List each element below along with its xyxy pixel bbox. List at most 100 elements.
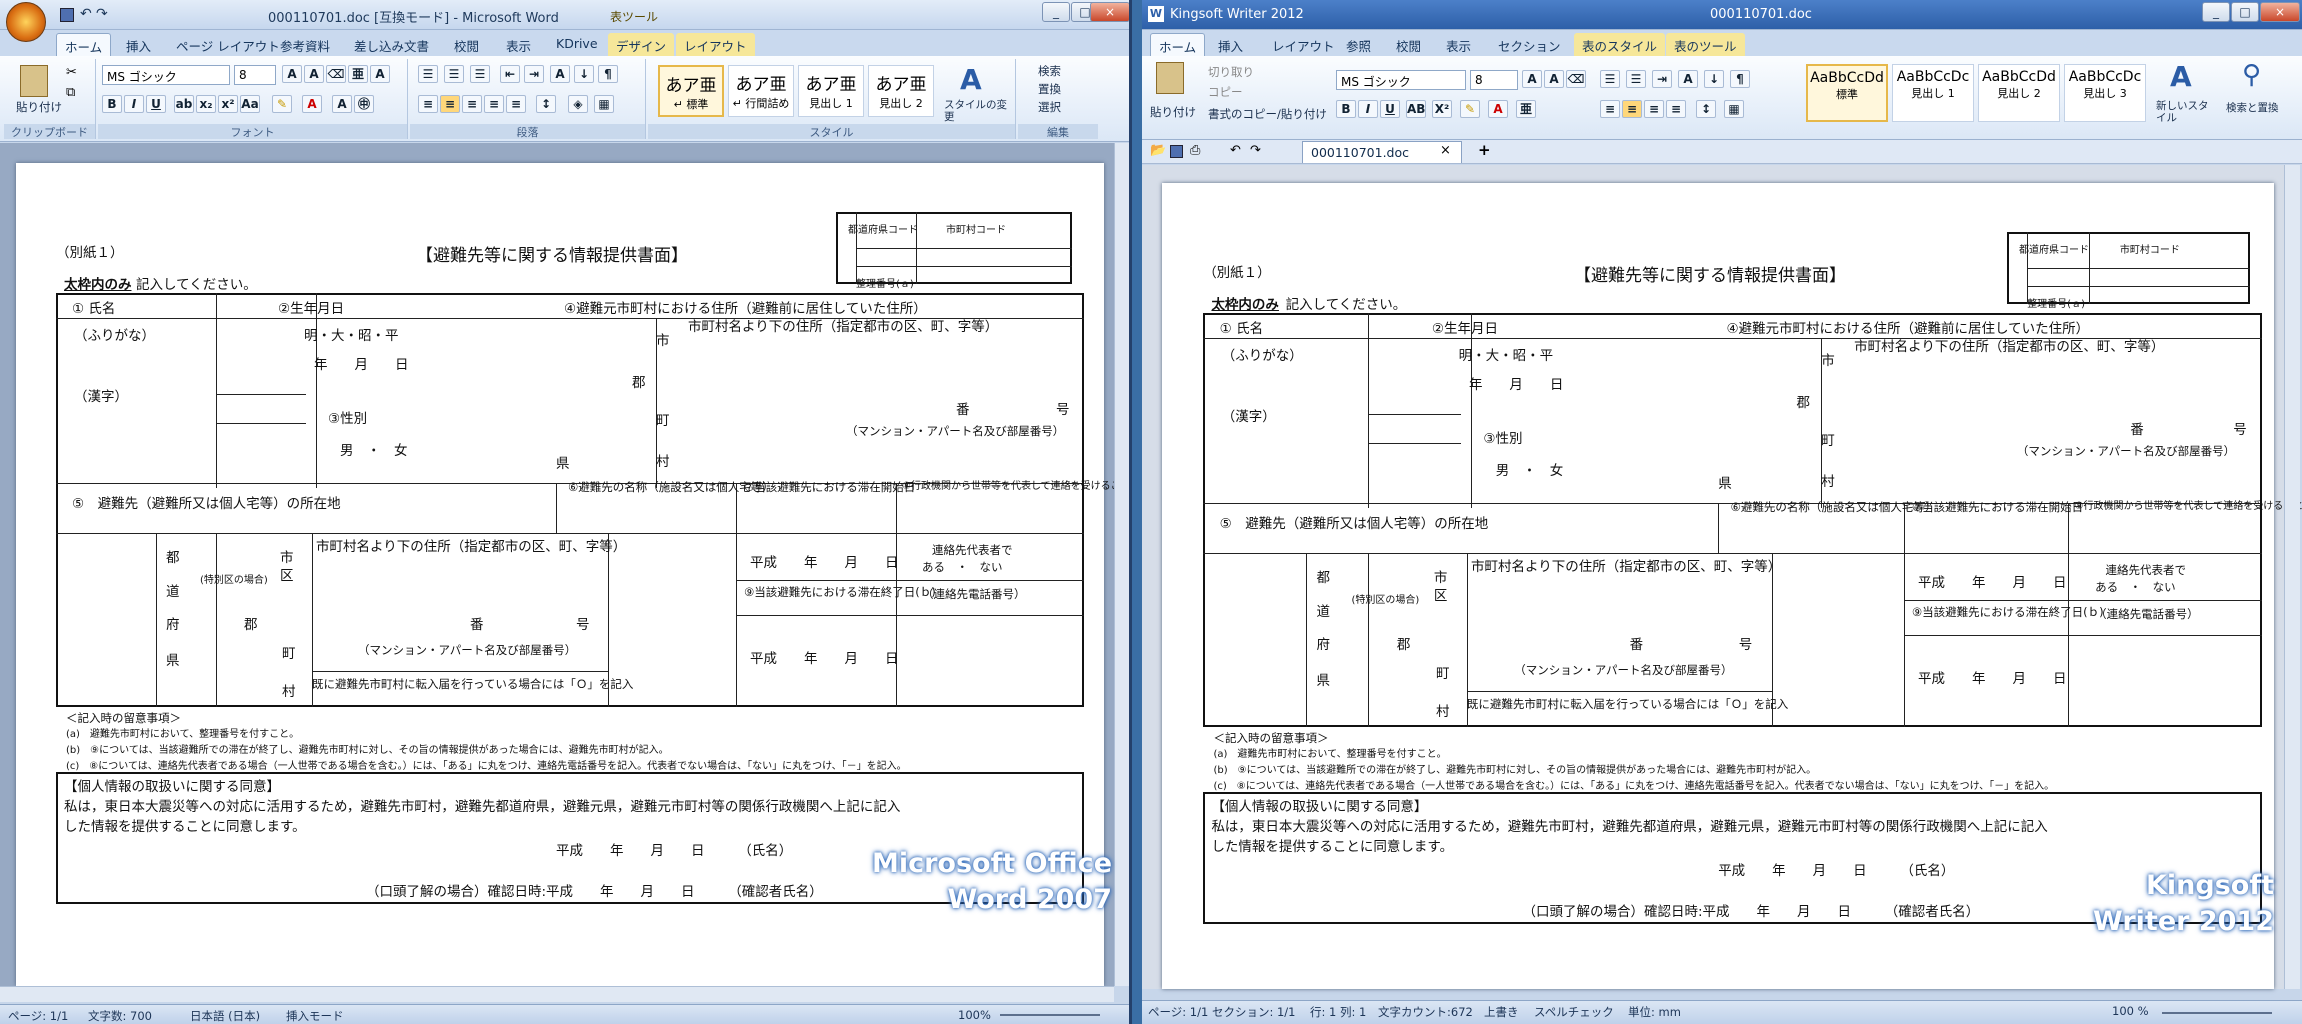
doc-privacy2[interactable]: した情報を提供することに同意します。 — [64, 815, 306, 835]
doc-sex[interactable]: 男 ・ 女 — [1496, 459, 1564, 479]
ks-tab-table-tools[interactable]: 表のツール — [1666, 33, 1745, 56]
doc-shi[interactable]: 市 — [1821, 349, 1835, 369]
doc-mura[interactable]: 村 — [1821, 470, 1835, 490]
ks-bold-icon[interactable]: B — [1336, 100, 1356, 118]
doc-privacy[interactable]: 私は，東日本大震災等への対応に活用するため，避難先市町村，避難先都道府県，避難元… — [1211, 815, 2047, 835]
superscript-icon[interactable]: x² — [218, 95, 238, 113]
doc-tel[interactable]: （連絡先電話番号） — [2095, 606, 2199, 622]
doc-note-c[interactable]: (c) ⑧については、連絡先代表者である場合（一人世帯である場合を含む。）には、… — [66, 757, 907, 772]
tab-view[interactable]: 表示 — [498, 33, 539, 56]
doc-ban[interactable]: 番 — [956, 398, 970, 418]
doc-kanji[interactable]: （漢字） — [74, 385, 128, 405]
doc-ken2[interactable]: 県 — [166, 649, 180, 669]
doc-addr-below[interactable]: 市町村名より下の住所（指定都市の区、町、字等） — [1854, 335, 2164, 355]
align-right-icon[interactable]: ≡ — [462, 95, 482, 113]
border-char-icon[interactable]: A — [370, 65, 390, 83]
word-status-zoom[interactable]: 100% — [958, 1008, 991, 1022]
doc-ymd[interactable]: 年 月 日 — [314, 353, 409, 373]
decrease-indent-icon[interactable]: ⇤ — [500, 65, 520, 83]
doc-moving[interactable]: 既に避難先市町村に転入届を行っている場合には「Ｏ」を記入 — [1467, 696, 1788, 712]
italic-icon[interactable]: I — [124, 95, 144, 113]
doc-h-name[interactable]: ① 氏名 — [72, 297, 115, 317]
doc-heisei[interactable]: 平成 年 月 日 — [750, 551, 899, 571]
ks-save-icon[interactable] — [1170, 145, 1183, 158]
highlight-icon[interactable]: ✎ — [272, 95, 292, 113]
ks-highlight-icon[interactable]: ✎ — [1460, 100, 1480, 118]
redo-icon[interactable]: ↷ — [96, 6, 108, 22]
ks-format-copy-button[interactable]: 書式のコピー/貼り付け — [1208, 106, 1327, 122]
doc-sign[interactable]: 平成 年 月 日 （氏名） — [556, 839, 792, 859]
paste-button[interactable]: 貼り付け — [16, 99, 62, 115]
ks-tab-review[interactable]: 校閲 — [1388, 33, 1429, 56]
doc-shi[interactable]: 市 — [656, 329, 670, 349]
change-styles-button[interactable]: スタイルの変更 — [944, 99, 1010, 123]
doc-title[interactable]: 【避難先等に関する情報提供書面】 — [1574, 261, 1846, 286]
doc-ken2[interactable]: 県 — [1317, 669, 1331, 689]
kingsoft-maximize-button[interactable]: □ — [2231, 2, 2259, 22]
doc-h-end[interactable]: ⑨当該避難先における滞在終了日(ｂ) — [1912, 604, 2104, 620]
word-vertical-scrollbar[interactable] — [1114, 143, 1129, 986]
strike-icon[interactable]: ab — [174, 95, 194, 113]
clear-format-icon[interactable]: ⌫ — [326, 65, 346, 83]
doc-tel[interactable]: （連絡先電話番号） — [922, 586, 1026, 602]
doc-sex-label[interactable]: ③性別 — [1483, 427, 1522, 447]
find-button[interactable]: 検索 — [1038, 63, 1061, 79]
doc-note-c[interactable]: (c) ⑧については、連絡先代表者である場合（一人世帯である場合を含む。）には、… — [1214, 777, 2055, 792]
doc-to[interactable]: 都 — [166, 546, 180, 566]
doc-instr-bold[interactable]: 太枠内のみ — [64, 273, 132, 293]
doc-to[interactable]: 都 — [1317, 566, 1331, 586]
font-color-icon[interactable]: A — [302, 95, 322, 113]
ks-line-spacing-icon[interactable]: ↕ — [1696, 100, 1716, 118]
doc-tokubetsu[interactable]: (特別区の場合) — [200, 571, 268, 586]
ks-asian-icon[interactable]: A — [1678, 70, 1698, 88]
ks-paste-icon[interactable] — [1156, 62, 1184, 94]
ks-tab-insert[interactable]: 挿入 — [1210, 33, 1251, 56]
style-no-spacing[interactable]: あア亜 ↵ 行間詰め — [728, 65, 794, 117]
change-styles-icon[interactable]: A — [960, 63, 982, 96]
ks-cut-button[interactable]: 切り取り — [1208, 64, 1254, 80]
doc-ban[interactable]: 番 — [2130, 418, 2144, 438]
doc-mansion2[interactable]: （マンション・アパート名及び部屋番号） — [1514, 662, 1732, 678]
doc-fu[interactable]: 府 — [166, 613, 180, 633]
ks-style-normal[interactable]: AaBbCcDd 標準 — [1806, 64, 1888, 122]
ks-new-tab-icon[interactable]: + — [1478, 141, 1491, 159]
doc-moving[interactable]: 既に避難先市町村に転入届を行っている場合には「Ｏ」を記入 — [312, 676, 633, 692]
ks-status-zoom[interactable]: 100 % — [2112, 1004, 2149, 1018]
doc-mansion2[interactable]: （マンション・アパート名及び部屋番号） — [358, 642, 576, 658]
ks-justify-icon[interactable]: ≡ — [1666, 100, 1686, 118]
undo-icon[interactable]: ↶ — [80, 6, 92, 22]
doc-mansion[interactable]: （マンション・アパート名及び部屋番号） — [2017, 443, 2235, 459]
tab-review[interactable]: 校閲 — [446, 33, 487, 56]
underline-icon[interactable]: U — [146, 95, 166, 113]
ks-italic-icon[interactable]: I — [1358, 100, 1378, 118]
char-shading-icon[interactable]: A — [332, 95, 352, 113]
ks-undo-icon[interactable]: ↶ — [1230, 143, 1241, 158]
doc-ban2[interactable]: 番 — [1630, 633, 1644, 653]
ks-redo-icon[interactable]: ↷ — [1250, 143, 1261, 158]
grow-font-icon[interactable]: A — [282, 65, 302, 83]
style-heading2[interactable]: あア亜 見出し 2 — [868, 65, 934, 117]
doc-mansion[interactable]: （マンション・アパート名及び部屋番号） — [846, 423, 1064, 439]
select-button[interactable]: 選択 — [1038, 99, 1061, 115]
doc-notes-h[interactable]: ＜記入時の留意事項＞ — [66, 710, 181, 726]
copy-icon[interactable]: ⧉ — [66, 85, 75, 100]
ks-align-center-icon[interactable]: ≡ — [1622, 100, 1642, 118]
bold-icon[interactable]: B — [102, 95, 122, 113]
doc-note-a[interactable]: (a) 避難先市町村において、整理番号を付すこと。 — [1214, 745, 1447, 760]
ks-status-spell[interactable]: スペルチェック — [1534, 1004, 1614, 1020]
ks-find-replace-icon[interactable]: ⚲ — [2242, 60, 2261, 90]
tab-home[interactable]: ホーム — [56, 33, 112, 56]
tab-page-layout[interactable]: ページ レイアウト — [168, 33, 288, 56]
subscript-icon[interactable]: x₂ — [196, 95, 216, 113]
ks-font-size-combo[interactable]: 8 — [1470, 70, 1518, 90]
bullets-icon[interactable]: ☰ — [418, 65, 438, 83]
doc-ken[interactable]: 県 — [1718, 472, 1732, 492]
doc-privacy[interactable]: 私は，東日本大震災等への対応に活用するため，避難先市町村，避難先都道府県，避難元… — [64, 795, 900, 815]
ks-tab-close-icon[interactable]: × — [1440, 143, 1451, 158]
doc-note-b[interactable]: (b) ⑨については、当該避難所での滞在が終了し、避難先市町村に対し、その旨の情… — [66, 741, 669, 756]
doc-gun2[interactable]: 郡 — [1397, 633, 1411, 653]
doc-ku[interactable]: 区 — [1434, 584, 1448, 604]
ks-clear-format-icon[interactable]: ⌫ — [1566, 70, 1586, 88]
cut-icon[interactable]: ✂ — [66, 65, 77, 80]
doc-ku[interactable]: 区 — [280, 564, 294, 584]
